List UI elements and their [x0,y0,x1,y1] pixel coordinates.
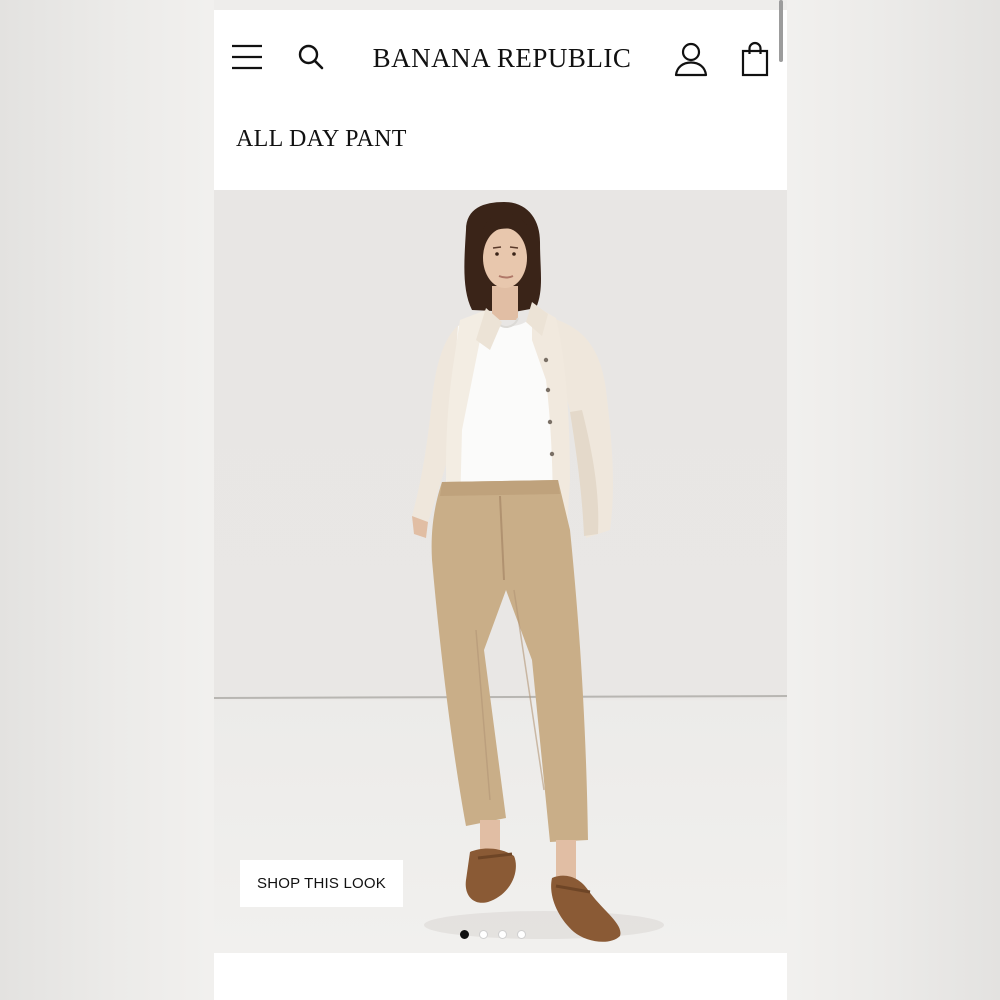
carousel-dots [460,928,526,940]
shop-this-look-button[interactable]: SHOP THIS LOOK [240,860,403,907]
mobile-viewport: BANANA REPUBLIC ALL DAY PANT SHOP THIS L… [214,0,787,1000]
top-edge-strip [214,0,787,10]
site-header: BANANA REPUBLIC [214,10,787,105]
brand-logo[interactable]: BANANA REPUBLIC [352,38,652,78]
shopping-bag-icon [741,41,769,77]
carousel-dot[interactable] [498,929,507,939]
menu-button[interactable] [228,38,266,76]
person-icon [674,42,708,77]
model-photo [214,202,787,942]
hamburger-menu-icon [232,44,262,70]
hero-carousel[interactable]: SHOP THIS LOOK [214,190,787,953]
carousel-dot[interactable] [517,929,526,939]
search-button[interactable] [292,38,330,76]
search-icon [298,44,324,70]
carousel-dot[interactable] [460,929,469,939]
shopping-bag-button[interactable] [734,36,776,82]
account-button[interactable] [668,36,714,82]
carousel-dot[interactable] [479,929,488,939]
page-title: ALL DAY PANT [236,126,407,152]
